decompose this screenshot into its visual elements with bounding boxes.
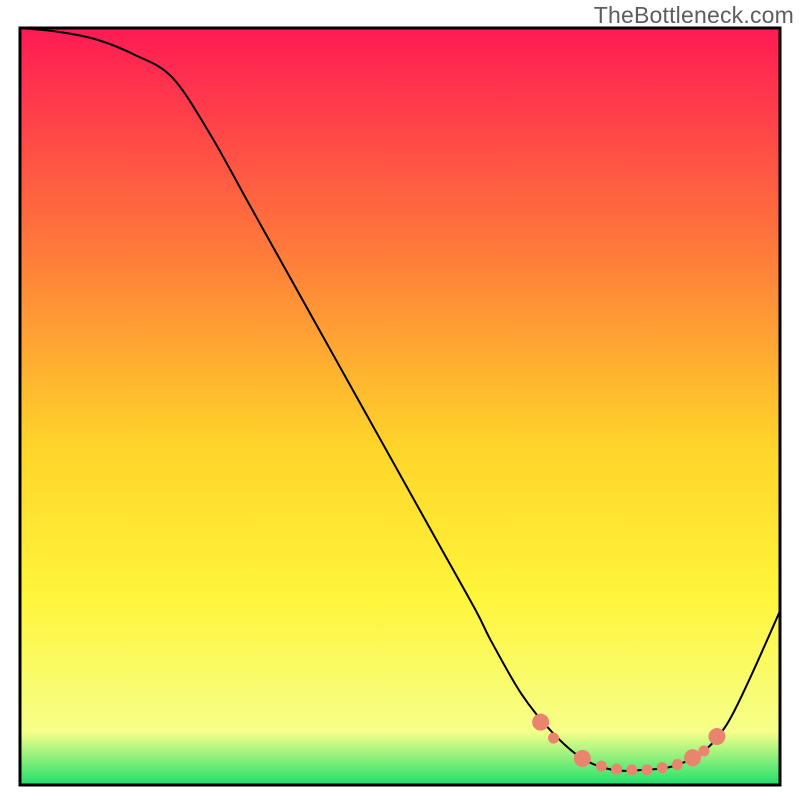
highlight-dot [611, 764, 622, 775]
highlight-dot [596, 761, 607, 772]
watermark-text: TheBottleneck.com [594, 2, 794, 29]
chart-frame: TheBottleneck.com [0, 0, 800, 800]
gradient-background [20, 28, 780, 785]
highlight-dot [672, 759, 683, 770]
highlight-dot [684, 749, 701, 766]
highlight-dot [657, 762, 668, 773]
highlight-dot [532, 714, 549, 731]
highlight-dot [699, 745, 710, 756]
highlight-dot [548, 733, 559, 744]
highlight-dot [708, 728, 725, 745]
bottleneck-chart [0, 0, 800, 800]
highlight-dot [574, 750, 591, 767]
highlight-dot [642, 764, 653, 775]
plot-area [20, 28, 780, 785]
highlight-dot [626, 764, 637, 775]
